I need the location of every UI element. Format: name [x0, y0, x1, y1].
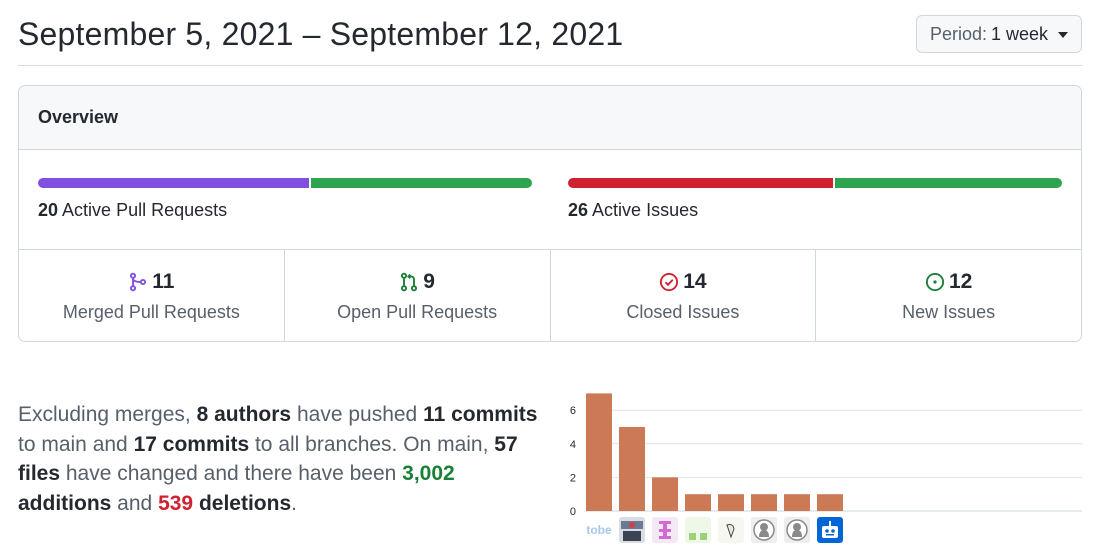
summary-text-1: Excluding merges, — [18, 403, 197, 426]
open-pr-segment[interactable] — [311, 178, 532, 188]
deletions-count: 539 — [158, 491, 194, 515]
closed-issues-segment[interactable] — [568, 178, 833, 188]
contributor-avatar[interactable] — [751, 517, 777, 543]
issues-progress-bar[interactable] — [568, 178, 1062, 188]
new-issues-stat[interactable]: 12 New Issues — [816, 250, 1081, 341]
closed-issues-label: Closed Issues — [626, 302, 740, 322]
contributor-bar[interactable] — [784, 494, 810, 511]
new-issues-value: 12 — [948, 270, 973, 293]
merged-pr-segment[interactable] — [38, 178, 309, 188]
closed-issues-stat[interactable]: 14 Closed Issues — [551, 250, 817, 341]
active-pull-requests-caption: 20 Active Pull Requests — [38, 200, 532, 221]
git-merge-icon — [130, 272, 147, 292]
contributor-bar[interactable] — [718, 494, 744, 511]
contributor-avatar-label[interactable]: tobe — [586, 523, 612, 537]
y-tick-label: 4 — [570, 439, 576, 451]
additions-word: additions — [18, 491, 112, 515]
contributor-avatar[interactable] — [784, 517, 810, 543]
contributor-bar[interactable] — [685, 494, 711, 511]
overview-header: Overview — [19, 86, 1081, 150]
open-pull-requests-value: 9 — [423, 270, 435, 293]
summary-text-6: and — [111, 491, 159, 515]
y-tick-label: 6 — [570, 405, 576, 417]
contributor-avatar[interactable] — [619, 517, 645, 543]
active-issues-count: 26 — [568, 200, 589, 220]
y-tick-label: 0 — [570, 506, 576, 518]
contributor-bar[interactable] — [817, 494, 843, 511]
commits-main-count: 11 commits — [423, 403, 538, 426]
date-range-title: September 5, 2021 – September 12, 2021 — [18, 16, 624, 52]
pull-requests-progress-bar[interactable] — [38, 178, 532, 188]
commits-all-count: 17 commits — [133, 432, 250, 456]
commit-summary: Excluding merges, 8 authors have pushed … — [18, 400, 548, 518]
merged-pull-requests-value: 11 — [152, 270, 175, 293]
summary-text-2: have pushed — [291, 403, 424, 426]
summary-text-3: to main and — [18, 432, 134, 456]
additions-count: 3,002 — [402, 462, 455, 485]
open-pull-requests-stat[interactable]: 9 Open Pull Requests — [285, 250, 551, 341]
period-select-button[interactable]: Period: 1 week — [916, 15, 1082, 53]
caret-down-icon — [1058, 32, 1069, 38]
contributors-chart: 0 2 4 6 tobe — [560, 388, 1082, 548]
contributor-avatar[interactable] — [718, 517, 744, 543]
active-issues-caption: 26 Active Issues — [568, 200, 1062, 221]
summary-text-4: to all branches. On main, — [249, 432, 495, 456]
contributor-avatar[interactable] — [685, 517, 711, 543]
issues-summary[interactable]: 26 Active Issues — [568, 178, 1062, 221]
active-pull-requests-label: Active Pull Requests — [62, 200, 228, 220]
overview-title: Overview — [38, 107, 119, 127]
overview-stats: 11 Merged Pull Requests 9 Open Pull Requ… — [19, 250, 1081, 341]
overview-box: Overview 20 Active Pull Requests 26 Acti… — [18, 85, 1082, 342]
contributor-bar[interactable] — [652, 477, 678, 511]
contributor-bar[interactable] — [586, 393, 612, 511]
active-issues-label: Active Issues — [592, 200, 699, 220]
y-tick-label: 2 — [570, 472, 576, 484]
closed-issues-value: 14 — [683, 270, 707, 293]
issue-opened-icon — [925, 272, 944, 292]
contributor-avatar[interactable] — [652, 517, 678, 543]
period-label: Period: — [929, 23, 987, 44]
overview-bars: 20 Active Pull Requests 26 Active Issues — [19, 150, 1081, 250]
issue-closed-icon — [660, 272, 679, 292]
active-pull-requests-count: 20 — [38, 200, 59, 220]
merged-pull-requests-label: Merged Pull Requests — [62, 302, 240, 322]
authors-count: 8 authors — [196, 403, 292, 426]
contributor-avatar[interactable] — [817, 517, 843, 543]
period-value: 1 week — [991, 23, 1049, 44]
git-pull-request-icon — [401, 272, 418, 292]
deletions-word: deletions — [193, 491, 292, 515]
contributor-bar[interactable] — [619, 427, 645, 511]
new-issues-segment[interactable] — [835, 178, 1062, 188]
new-issues-label: New Issues — [902, 302, 996, 322]
summary-text-5: have changed and there have been — [60, 462, 403, 485]
contributor-bar[interactable] — [751, 494, 777, 511]
summary-text-7: . — [291, 491, 297, 515]
open-pull-requests-label: Open Pull Requests — [337, 302, 498, 322]
pull-requests-summary[interactable]: 20 Active Pull Requests — [38, 178, 532, 221]
merged-pull-requests-stat[interactable]: 11 Merged Pull Requests — [19, 250, 285, 341]
page-header: September 5, 2021 – September 12, 2021 P… — [18, 0, 1082, 66]
